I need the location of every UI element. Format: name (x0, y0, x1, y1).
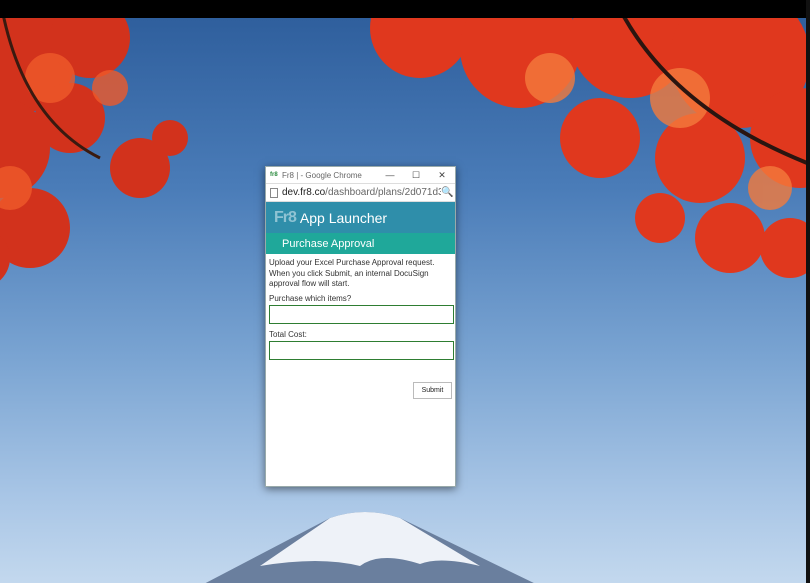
zoom-icon[interactable]: 🔍 (441, 187, 455, 198)
window-title: Fr8 | - Google Chrome (282, 170, 362, 180)
url-domain: dev.fr8.co (282, 187, 326, 198)
url-text[interactable]: dev.fr8.co/dashboard/plans/2d071d36 (282, 187, 441, 198)
address-bar[interactable]: dev.fr8.co/dashboard/plans/2d071d36 🔍 (266, 183, 455, 202)
submit-button[interactable]: Submit (413, 382, 452, 399)
maximize-icon[interactable]: ☐ (403, 170, 429, 181)
mountain (205, 512, 534, 583)
maple-leaves-left (0, 18, 188, 281)
cost-label: Total Cost: (269, 329, 307, 339)
form-intro: Upload your Excel Purchase Approval requ… (269, 258, 435, 288)
chrome-popup-window: fr8 Fr8 | - Google Chrome — ☐ ✕ dev.fr8.… (265, 166, 456, 487)
minimize-icon[interactable]: — (377, 170, 403, 180)
fr8-favicon-icon: fr8 (270, 172, 278, 178)
page-icon (270, 187, 278, 198)
app-title: App Launcher (299, 209, 388, 226)
screen-edge (806, 0, 810, 583)
cost-input[interactable] (269, 340, 454, 360)
items-input[interactable] (269, 304, 454, 324)
purchase-form: Upload your Excel Purchase Approval requ… (266, 254, 455, 360)
window-titlebar[interactable]: fr8 Fr8 | - Google Chrome — ☐ ✕ (266, 167, 455, 183)
close-icon[interactable]: ✕ (429, 170, 455, 181)
url-path: /dashboard/plans/2d071d36 (325, 187, 441, 198)
fr8-logo: Fr8 (274, 208, 297, 226)
items-label: Purchase which items? (269, 293, 352, 303)
section-header: Purchase Approval (266, 233, 455, 254)
app-header: Fr8 App Launcher (266, 202, 455, 233)
